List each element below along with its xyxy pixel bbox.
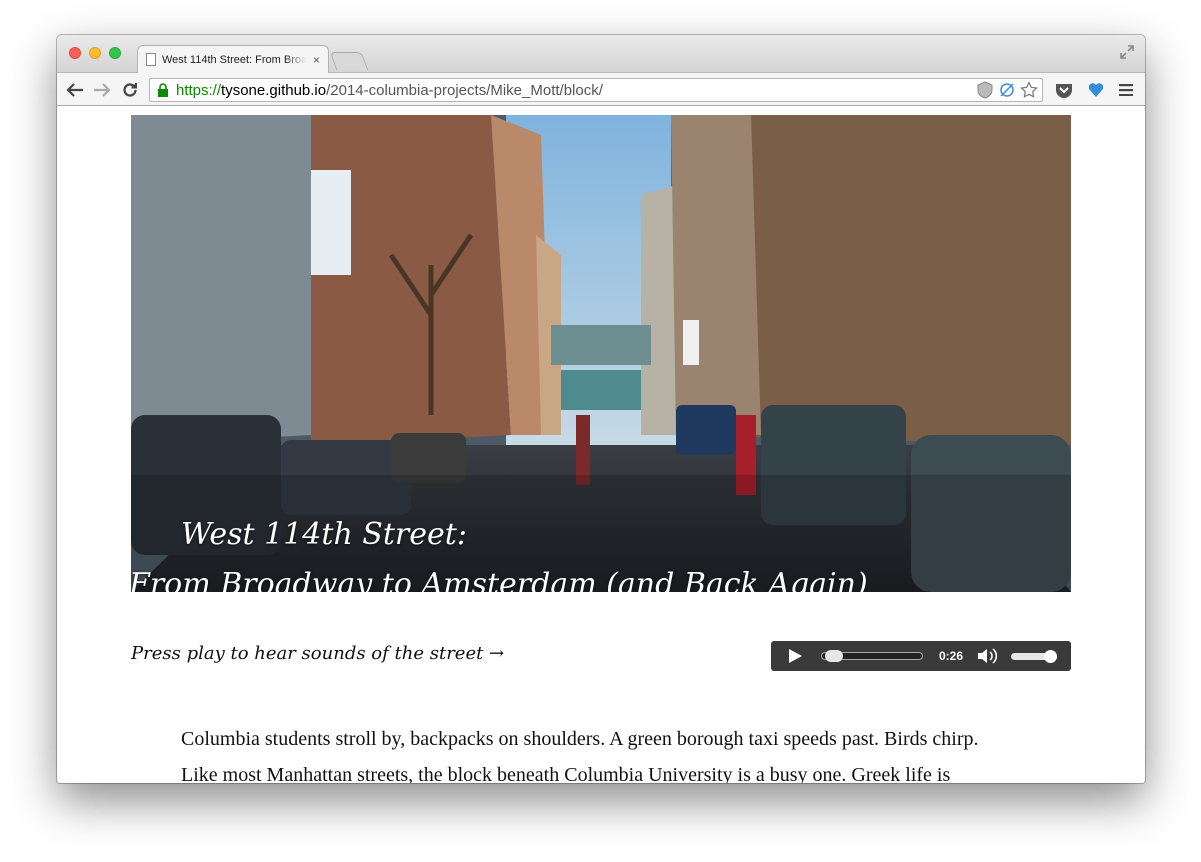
fullscreen-icon[interactable] [1119,44,1135,60]
volume-icon[interactable] [977,647,999,665]
forward-arrow-icon [94,83,111,97]
back-button[interactable] [65,80,85,100]
progress-bar[interactable] [821,650,923,662]
back-arrow-icon [66,83,83,97]
volume-thumb[interactable] [1044,649,1058,663]
title-bar: West 114th Street: From Broadway to Amst… [57,35,1145,73]
url-scheme: https:// [176,81,222,99]
paragraph: Like most Manhattan streets, the block b… [181,764,951,783]
time-display: 0:26 [939,649,964,663]
maximize-window-button[interactable] [109,47,121,59]
play-button-icon[interactable] [787,648,803,664]
browser-window: West 114th Street: From Broadway to Amst… [57,35,1145,783]
reload-button[interactable] [120,80,140,100]
page-icon [146,53,156,66]
volume-slider[interactable] [1011,649,1058,663]
star-icon[interactable] [1020,81,1038,99]
hero-title: West 114th Street: From Broadway to Amst… [131,510,868,592]
close-tab-icon[interactable]: × [313,53,320,67]
minimize-window-button[interactable] [89,47,101,59]
translate-icon[interactable] [998,81,1016,99]
article-body: Columbia students stroll by, backpacks o… [181,727,1041,783]
close-window-button[interactable] [69,47,81,59]
url-path: /2014-columbia-projects/Mike_Mott/block/ [326,81,603,99]
menu-button[interactable] [1116,80,1136,100]
progress-thumb[interactable] [825,650,844,662]
forward-button[interactable] [92,80,112,100]
url-host: tysone.github.io [221,81,327,99]
new-tab-button[interactable] [329,52,369,70]
pocket-icon [1056,84,1072,98]
shield-icon[interactable] [976,81,994,99]
hero-image: West 114th Street: From Broadway to Amst… [131,115,1071,592]
play-prompt: Press play to hear sounds of the street … [131,643,505,664]
address-bar[interactable]: https:// tysone.github.io /2014-columbia… [149,78,1043,102]
extension-button[interactable] [1086,80,1106,100]
heart-extension-icon [1088,83,1104,97]
audio-player[interactable]: 0:26 [771,641,1071,671]
lock-icon [158,83,168,97]
tab-title: West 114th Street: From Broadway to Amst… [162,53,307,66]
reload-icon [123,83,137,97]
browser-toolbar: https:// tysone.github.io /2014-columbia… [57,73,1145,106]
hamburger-menu-icon [1119,84,1133,96]
hero-title-line-1: West 114th Street: [181,517,467,552]
page-content: West 114th Street: From Broadway to Amst… [57,107,1145,783]
browser-tab[interactable]: West 114th Street: From Broadway to Amst… [137,45,329,73]
hero-title-line-2: From Broadway to Amsterdam (and Back Aga… [131,567,868,592]
paragraph: Columbia students stroll by, backpacks o… [181,728,979,750]
pocket-extension-button[interactable] [1054,80,1074,100]
